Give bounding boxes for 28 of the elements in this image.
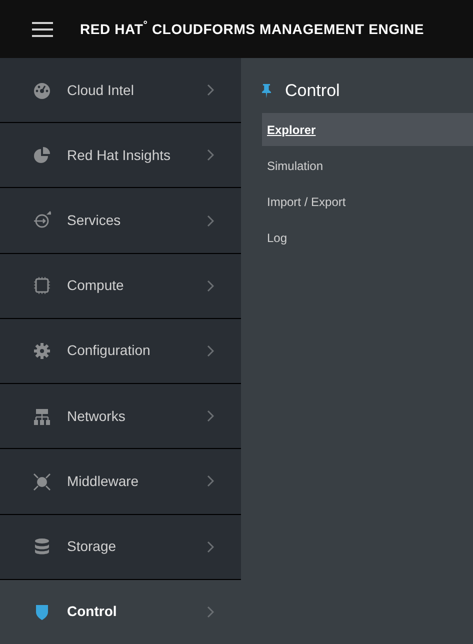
orb-icon: [33, 472, 51, 491]
sidebar-item[interactable]: Control: [0, 580, 241, 644]
pie-chart-icon: [33, 146, 51, 165]
chevron-right-icon: [207, 606, 214, 618]
submenu-title: Control: [285, 80, 340, 102]
network-icon: [33, 406, 51, 426]
chevron-right-icon: [207, 280, 214, 292]
gauge-icon: [33, 80, 51, 100]
submenu-item[interactable]: Log: [262, 221, 473, 254]
chevron-right-icon: [207, 540, 214, 553]
submenu-item[interactable]: Explorer: [262, 113, 473, 146]
pin-icon[interactable]: [262, 84, 271, 98]
chevron-right-icon: [207, 149, 214, 162]
chevron-right-icon: [207, 84, 214, 96]
sidebar-item[interactable]: Storage: [0, 514, 241, 580]
menu-icon[interactable]: [32, 22, 53, 36]
chevron-right-icon: [207, 410, 214, 422]
shield-icon: [33, 602, 51, 622]
database-icon: [33, 537, 51, 556]
chevron-right-icon: [207, 214, 214, 227]
gear-icon: [33, 341, 51, 360]
submenu-item[interactable]: Simulation: [262, 149, 473, 182]
chevron-right-icon: [207, 344, 214, 357]
chevron-right-icon: [207, 475, 214, 488]
brand-title: RED HAT$^{°}$ CLOUDFORMS MANAGEMENT ENGINE: [80, 18, 424, 38]
chip-icon: [33, 276, 51, 296]
sidebar-item[interactable]: Compute: [0, 254, 241, 319]
submenu-item[interactable]: Import / Export: [262, 185, 473, 218]
